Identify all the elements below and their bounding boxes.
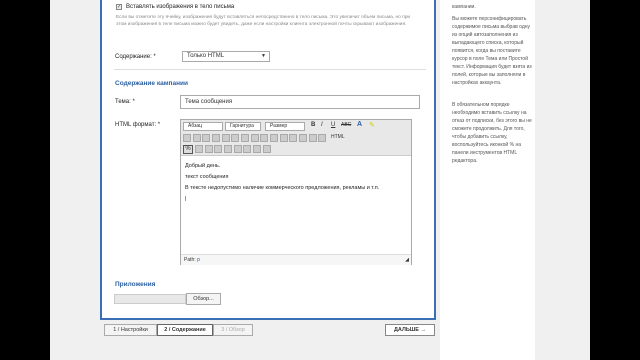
sidebar-paragraph-2: В обязательном порядке необходимо встави… <box>452 102 532 164</box>
body-line-3: В тексте недопустимо наличие коммерческо… <box>185 185 380 191</box>
column-icon[interactable] <box>243 145 252 153</box>
editor-toolbar: Абзац Гарнитура Размер B I U ABC A ✎ HTM… <box>181 120 411 156</box>
content-select[interactable]: Только HTML ▼ <box>182 51 270 62</box>
editor-statusbar: Path: p ◢ <box>181 254 411 265</box>
size-select-value: Размер <box>270 123 288 129</box>
link-icon[interactable] <box>279 134 288 142</box>
cut-icon[interactable] <box>195 145 203 153</box>
subject-label: Тема: * <box>115 99 135 105</box>
unsubscribe-percent-icon[interactable]: % <box>183 145 193 154</box>
font-select[interactable]: Гарнитура <box>225 122 261 131</box>
body-line-1: Добрый день. <box>185 163 221 169</box>
align-buttons <box>183 134 327 144</box>
font-select-value: Гарнитура <box>230 123 254 129</box>
insert-images-checkbox[interactable]: ✓ <box>116 4 122 10</box>
align-right-icon[interactable] <box>202 134 211 142</box>
paragraph-select-value: Абзац <box>188 123 203 129</box>
html-editor[interactable]: Абзац Гарнитура Размер B I U ABC A ✎ HTM… <box>180 119 412 265</box>
numbered-list-icon[interactable] <box>231 134 240 142</box>
sidebar-paragraph-1: Вы можете персонифицировать содержимое п… <box>452 16 532 86</box>
insert-images-note: Если вы отметите эту ячейку, изображения… <box>116 15 411 27</box>
subject-input[interactable]: Тема сообщения <box>180 95 420 109</box>
image-icon[interactable] <box>299 134 308 142</box>
resize-handle-icon[interactable]: ◢ <box>405 255 409 265</box>
path-label: Path: <box>184 257 196 263</box>
left-black-bar <box>0 0 50 360</box>
help-sidebar: кампании. Вы можете персонифицировать со… <box>440 0 535 360</box>
path-value[interactable]: p <box>197 257 200 263</box>
italic-button[interactable]: I <box>321 122 323 128</box>
copy-icon[interactable] <box>204 145 213 153</box>
redo-icon[interactable] <box>270 134 279 142</box>
attachment-file-input[interactable] <box>114 294 186 304</box>
chevron-down-icon: ▼ <box>261 53 266 59</box>
paragraph-select[interactable]: Абзац <box>183 122 223 131</box>
body-line-2: текст сообщения <box>185 174 229 180</box>
bullet-list-icon[interactable] <box>221 134 230 142</box>
editor-body[interactable]: Добрый день. текст сообщения В тексте не… <box>185 161 379 205</box>
font-color-icon[interactable]: A <box>357 121 362 128</box>
align-center-icon[interactable] <box>192 134 201 142</box>
underline-button[interactable]: U <box>331 122 335 128</box>
browse-button[interactable]: Обзор... <box>186 293 221 305</box>
undo-icon[interactable] <box>260 134 269 142</box>
align-left-icon[interactable] <box>183 134 191 142</box>
html-format-label: HTML формат: * <box>115 122 161 128</box>
highlight-icon[interactable]: ✎ <box>369 121 375 129</box>
content-label: Содержание: * <box>115 54 156 60</box>
insert-images-label: Вставлять изображения в тело письма <box>126 4 235 10</box>
table-icon[interactable] <box>224 145 233 153</box>
step-settings-tab[interactable]: 1 / Настройки <box>104 324 157 336</box>
content-select-value: Только HTML <box>187 53 225 59</box>
attachments-heading: Приложения <box>115 281 156 288</box>
hr-icon[interactable] <box>253 145 262 153</box>
paste-icon[interactable] <box>214 145 223 153</box>
text-cursor: | <box>185 196 187 202</box>
divider <box>114 69 426 70</box>
strikethrough-button[interactable]: ABC <box>341 122 351 128</box>
cleanup-icon[interactable] <box>308 134 317 142</box>
indent-icon[interactable] <box>250 134 259 142</box>
emoticon-icon[interactable] <box>262 145 271 153</box>
next-button[interactable]: ДАЛЬШЕ → <box>385 324 435 336</box>
align-justify-icon[interactable] <box>212 134 221 142</box>
right-black-bar <box>590 0 640 360</box>
help-icon[interactable] <box>318 134 327 142</box>
outdent-icon[interactable] <box>241 134 250 142</box>
subject-input-value: Тема сообщения <box>185 99 233 105</box>
step-review-tab: 3 / Обзор <box>213 324 253 336</box>
main-form-panel: ✓ Вставлять изображения в тело письма Ес… <box>100 0 436 320</box>
html-source-button[interactable]: HTML <box>331 134 345 140</box>
bold-button[interactable]: B <box>311 122 315 128</box>
second-row-buttons <box>195 145 271 155</box>
row-icon[interactable] <box>233 145 242 153</box>
campaign-heading: Содержание кампании <box>115 80 188 87</box>
sidebar-top-text: кампании. <box>452 4 476 10</box>
size-select[interactable]: Размер <box>265 122 305 131</box>
unlink-icon[interactable] <box>289 134 298 142</box>
step-content-tab[interactable]: 2 / Содержание <box>157 324 213 336</box>
